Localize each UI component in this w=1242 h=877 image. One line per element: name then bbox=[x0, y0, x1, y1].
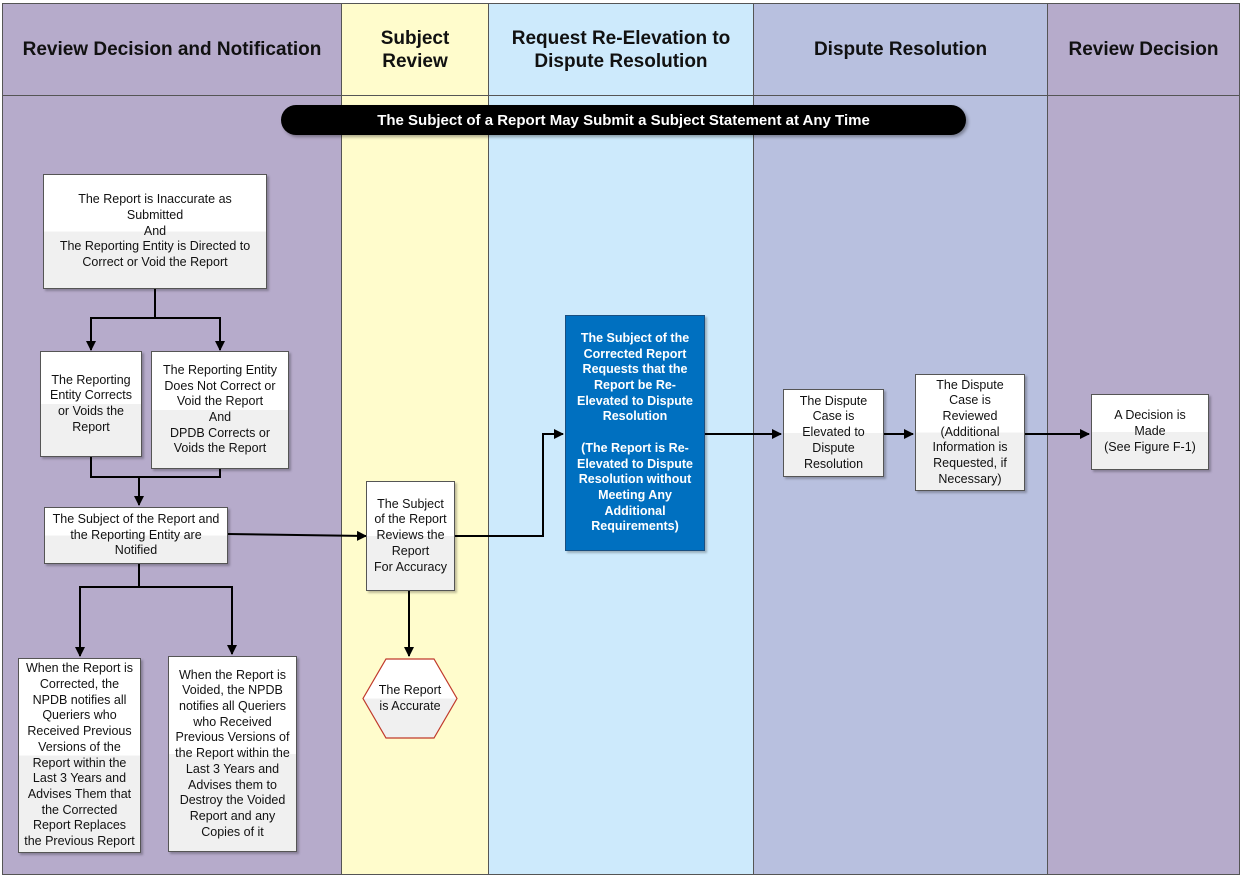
node-case-reviewed: The Dispute Case is Reviewed (Additional… bbox=[915, 374, 1025, 491]
node-entity-corrects: The Reporting Entity Corrects or Voids t… bbox=[40, 351, 142, 457]
lane-header: Dispute Resolution bbox=[754, 4, 1047, 96]
node-parties-notified: The Subject of the Report and the Report… bbox=[44, 507, 228, 564]
lane-header: Review Decision bbox=[1048, 4, 1239, 96]
node-corrected-notice: When the Report is Corrected, the NPDB n… bbox=[18, 658, 141, 853]
node-case-elevated: The Dispute Case is Elevated to Dispute … bbox=[783, 389, 884, 477]
node-decision-made: A Decision is Made (See Figure F-1) bbox=[1091, 394, 1209, 470]
node-voided-notice: When the Report is Voided, the NPDB noti… bbox=[168, 656, 297, 852]
node-entity-does-not-correct: The Reporting Entity Does Not Correct or… bbox=[151, 351, 289, 469]
node-report-inaccurate: The Report is Inaccurate as Submitted An… bbox=[43, 174, 267, 289]
node-request-re-elevation: The Subject of the Corrected Report Requ… bbox=[565, 315, 705, 551]
node-subject-reviews: The Subject of the Report Reviews the Re… bbox=[366, 481, 455, 591]
lane-header: Subject Review bbox=[342, 4, 488, 96]
subject-statement-banner: The Subject of a Report May Submit a Sub… bbox=[281, 105, 966, 135]
node-report-accurate: The Report is Accurate bbox=[378, 682, 442, 713]
lane-header: Review Decision and Notification bbox=[3, 4, 341, 96]
lane-header: Request Re-Elevation to Dispute Resoluti… bbox=[489, 4, 753, 96]
